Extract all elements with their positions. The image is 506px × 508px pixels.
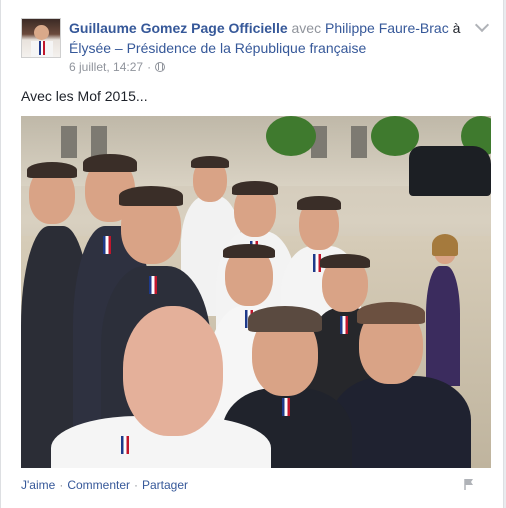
- author-name-link[interactable]: Guillaume Gomez Page Officielle: [69, 20, 288, 36]
- flag-icon[interactable]: [463, 478, 475, 490]
- post-timestamp[interactable]: 6 juillet, 14:27: [69, 60, 143, 74]
- share-link[interactable]: Partager: [142, 478, 188, 492]
- avatar-ribbon: [39, 41, 45, 55]
- meta-separator: ·: [147, 60, 152, 74]
- tagged-person-link[interactable]: Philippe Faure-Brac: [325, 20, 449, 36]
- globe-icon[interactable]: [155, 62, 166, 72]
- action-separator: ·: [134, 478, 138, 492]
- photo-tree: [266, 116, 316, 156]
- photo-car: [409, 146, 491, 196]
- comment-link[interactable]: Commenter: [67, 478, 130, 492]
- with-word: avec: [291, 20, 322, 36]
- at-word: à: [452, 20, 461, 36]
- author-avatar[interactable]: [21, 18, 61, 58]
- post-meta: 6 juillet, 14:27 ·: [69, 60, 166, 74]
- post-header: Guillaume Gomez Page Officielle avec Phi…: [69, 18, 469, 58]
- post-actions: J'aime · Commenter · Partager: [21, 478, 188, 492]
- post-photo[interactable]: [21, 116, 491, 468]
- action-separator: ·: [59, 478, 64, 492]
- photo-window: [351, 126, 367, 158]
- chevron-down-icon[interactable]: [474, 17, 490, 33]
- facebook-post: Guillaume Gomez Page Officielle avec Phi…: [0, 0, 504, 508]
- like-link[interactable]: J'aime: [21, 478, 55, 492]
- avatar-face: [34, 25, 49, 40]
- post-caption: Avec les Mof 2015...: [21, 88, 148, 104]
- photo-window: [61, 126, 77, 158]
- place-link[interactable]: Élysée – Présidence de la République fra…: [69, 40, 366, 56]
